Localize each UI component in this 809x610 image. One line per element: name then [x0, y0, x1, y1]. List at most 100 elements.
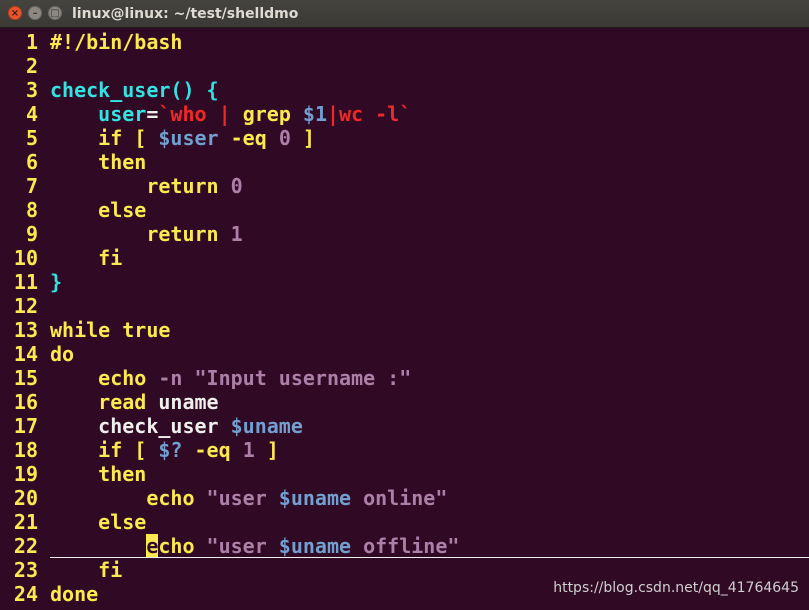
line-number: 18 — [13, 438, 38, 462]
code-token: "user — [206, 534, 279, 558]
code-line[interactable]: 13 while true — [0, 318, 809, 342]
line-number: 2 — [25, 54, 38, 78]
code-token: -eq — [182, 438, 243, 462]
code-token: grep — [230, 102, 303, 126]
code-token: done — [50, 582, 99, 606]
code-line[interactable]: 16 read uname — [0, 390, 809, 414]
code-line[interactable]: 14 do — [0, 342, 809, 366]
line-number: 15 — [13, 366, 38, 390]
line-number: 24 — [13, 582, 38, 606]
code-line[interactable]: 5 if [ $user -eq 0 ] — [0, 126, 809, 150]
code-token: return — [50, 222, 231, 246]
code-token: | — [327, 102, 340, 126]
line-number: 23 — [13, 558, 38, 582]
line-number: 19 — [13, 462, 38, 486]
code-text: fi — [50, 246, 122, 270]
code-line[interactable]: 11} — [0, 270, 809, 294]
line-number: 11 — [13, 270, 38, 294]
code-token: $uname — [278, 534, 352, 558]
code-token: echo — [50, 486, 207, 510]
code-text: do — [50, 342, 74, 366]
line-number: 14 — [13, 342, 38, 366]
code-token: 1 — [230, 222, 243, 246]
line-number: 16 — [13, 390, 38, 414]
code-token: then — [50, 462, 147, 486]
code-line[interactable]: 2 — [0, 54, 809, 78]
line-number: 10 — [13, 246, 38, 270]
code-text: #!/bin/bash — [50, 30, 182, 54]
code-line[interactable]: 4 user=`who | grep $1|wc -l` — [0, 102, 809, 126]
line-number: 12 — [13, 294, 38, 318]
code-token: $1 — [302, 102, 327, 126]
code-line[interactable]: 3 check_user() { — [0, 78, 809, 102]
code-text: else — [50, 510, 146, 534]
code-text: then — [50, 150, 146, 174]
line-number: 13 — [13, 318, 38, 342]
code-token: if [ — [50, 438, 159, 462]
code-token: else — [50, 510, 147, 534]
code-token: $uname — [278, 486, 352, 510]
code-text: fi — [50, 558, 122, 582]
code-token: else — [50, 198, 147, 222]
code-token: if [ — [50, 126, 159, 150]
line-number: 3 — [25, 78, 38, 102]
code-line[interactable]: 18 if [ $? -eq 1 ] — [0, 438, 809, 462]
maximize-icon[interactable]: □ — [48, 6, 62, 20]
code-token: while true — [50, 318, 171, 342]
code-line[interactable]: 19 then — [0, 462, 809, 486]
code-text: echo "user $uname online" — [50, 486, 447, 510]
code-line[interactable]: 20 echo "user $uname online" — [0, 486, 809, 510]
code-line[interactable]: 10 fi — [0, 246, 809, 270]
line-number: 8 — [25, 198, 38, 222]
line-number: 17 — [13, 414, 38, 438]
line-number: 7 — [25, 174, 38, 198]
line-number: 5 — [25, 126, 38, 150]
code-token: fi — [50, 558, 123, 582]
code-text: check_user() { — [50, 78, 219, 102]
code-token: check_user — [50, 414, 231, 438]
line-number: 21 — [13, 510, 38, 534]
code-token: $? — [158, 438, 183, 462]
title-bar[interactable]: × – □ linux@linux: ~/test/shelldmo — [0, 0, 809, 28]
code-line[interactable]: 22 echo "user $uname offline" — [0, 534, 809, 558]
code-token: check_user() { — [50, 78, 219, 102]
code-token: 1 — [242, 438, 255, 462]
code-line[interactable]: 8 else — [0, 198, 809, 222]
code-line[interactable]: 15 echo -n "Input username :" — [0, 366, 809, 390]
code-token: user — [98, 102, 147, 126]
code-line[interactable]: 17 check_user $uname — [0, 414, 809, 438]
code-text: read uname — [50, 390, 219, 414]
code-token: #!/bin/bash — [50, 30, 183, 54]
code-line[interactable]: 23 fi — [0, 558, 809, 582]
code-text: return 0 — [50, 174, 242, 198]
code-line[interactable]: 1 #!/bin/bash — [0, 30, 809, 54]
code-token: "user — [206, 486, 279, 510]
code-token: $user — [158, 126, 219, 150]
code-line[interactable]: 12 — [0, 294, 809, 318]
code-token: echo — [50, 366, 159, 390]
code-text: done — [50, 582, 98, 606]
line-number: 22 — [13, 534, 38, 558]
code-token: online" — [351, 486, 448, 510]
code-token: 0 — [278, 126, 291, 150]
minimize-icon[interactable]: – — [28, 6, 42, 20]
code-token: uname — [158, 390, 219, 414]
code-token: ] — [254, 438, 279, 462]
code-text: check_user $uname — [50, 414, 303, 438]
code-text: user=`who | grep $1|wc -l` — [50, 102, 411, 126]
vim-editor[interactable]: 1 #!/bin/bash 2 3 check_user() {4 user=`who … — [0, 30, 809, 606]
code-token: = — [146, 102, 159, 126]
code-token: do — [50, 342, 75, 366]
code-line[interactable]: 9 return 1 — [0, 222, 809, 246]
code-line[interactable]: 21 else — [0, 510, 809, 534]
code-line[interactable]: 6 then — [0, 150, 809, 174]
line-number: 20 — [13, 486, 38, 510]
code-text: echo -n "Input username :" — [50, 366, 411, 390]
code-text: if [ $? -eq 1 ] — [50, 438, 279, 462]
line-number: 9 — [25, 222, 38, 246]
watermark-text: https://blog.csdn.net/qq_41764645 — [553, 580, 799, 596]
close-icon[interactable]: × — [8, 6, 22, 20]
code-line[interactable]: 7 return 0 — [0, 174, 809, 198]
